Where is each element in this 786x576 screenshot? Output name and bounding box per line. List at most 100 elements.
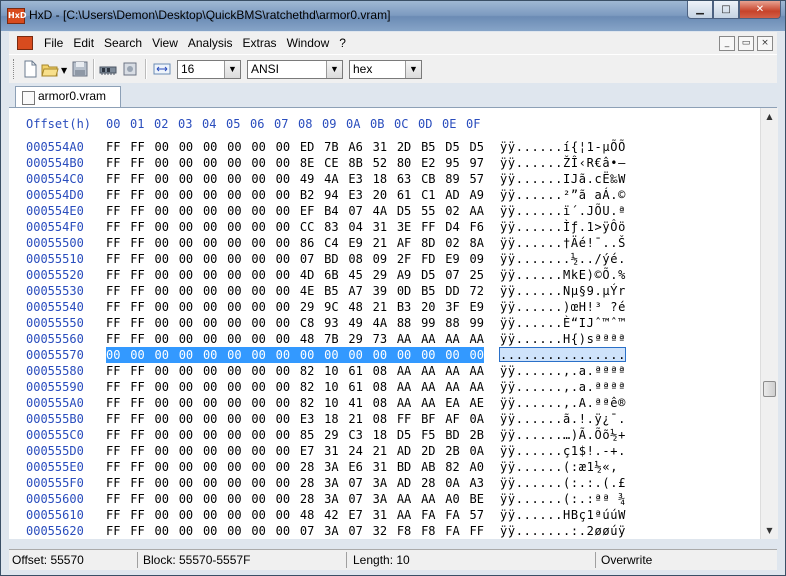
- menu-item-analysis[interactable]: Analysis: [183, 32, 238, 54]
- ascii-text[interactable]: ÿÿ......í{¦1-µÕÕ: [500, 139, 626, 155]
- hex-row[interactable]: 00055540 FF FF 00 00 00 00 00 00 29 9C 48…: [9, 299, 760, 315]
- ascii-text[interactable]: ÿÿ......‚.a.ªªªª: [500, 363, 626, 379]
- hex-row[interactable]: 000555F0 FF FF 00 00 00 00 00 00 28 3A 07…: [9, 475, 760, 491]
- hex-row[interactable]: 00055520 FF FF 00 00 00 00 00 00 4D 6B 45…: [9, 267, 760, 283]
- hex-bytes[interactable]: FF FF 00 00 00 00 00 00 85 29 C3 18 D5 F…: [106, 427, 484, 443]
- ascii-text[interactable]: ÿÿ......ï´.JÕU.ª: [500, 203, 626, 219]
- menu-item-search[interactable]: Search: [99, 32, 147, 54]
- hex-bytes[interactable]: FF FF 00 00 00 00 00 00 48 42 E7 31 AA F…: [106, 507, 484, 523]
- ascii-text[interactable]: ÿÿ......²”ã aÁ.©: [500, 187, 626, 203]
- mdi-minimize-button[interactable]: _: [719, 36, 735, 51]
- hex-row[interactable]: 00055550 FF FF 00 00 00 00 00 00 C8 93 49…: [9, 315, 760, 331]
- hex-row[interactable]: 000555E0 FF FF 00 00 00 00 00 00 28 3A E6…: [9, 459, 760, 475]
- hex-bytes[interactable]: FF FF 00 00 00 00 00 00 07 BD 08 09 2F F…: [106, 251, 484, 267]
- menu-item-help[interactable]: ?: [334, 32, 351, 54]
- ascii-text[interactable]: ÿÿ......)œH!³ ?é: [500, 299, 626, 315]
- hex-bytes[interactable]: FF FF 00 00 00 00 00 00 E7 31 24 21 AD 2…: [106, 443, 484, 459]
- hex-row[interactable]: 00055510 FF FF 00 00 00 00 00 00 07 BD 08…: [9, 251, 760, 267]
- minimize-button[interactable]: ▁: [687, 1, 713, 19]
- ascii-text[interactable]: ÿÿ.......½../ýé.: [500, 251, 626, 267]
- ascii-text[interactable]: ÿÿ......(:.:.(.£: [500, 475, 626, 491]
- hex-bytes[interactable]: FF FF 00 00 00 00 00 00 C8 93 49 4A 88 9…: [106, 315, 484, 331]
- hex-bytes[interactable]: FF FF 00 00 00 00 00 00 82 10 61 08 AA A…: [106, 363, 484, 379]
- ascii-text[interactable]: ÿÿ......(:æ1½«‚: [500, 459, 626, 475]
- menu-item-file[interactable]: File: [39, 32, 68, 54]
- open-folder-icon[interactable]: [41, 60, 59, 78]
- hex-bytes[interactable]: FF FF 00 00 00 00 00 00 28 3A 07 3A AD 2…: [106, 475, 484, 491]
- menu-item-view[interactable]: View: [147, 32, 183, 54]
- hex-bytes[interactable]: FF FF 00 00 00 00 00 00 CC 83 04 31 3E F…: [106, 219, 484, 235]
- hex-bytes[interactable]: FF FF 00 00 00 00 00 00 28 3A E6 31 BD A…: [106, 459, 484, 475]
- scroll-down-icon[interactable]: ▼: [761, 522, 778, 539]
- hex-bytes[interactable]: FF FF 00 00 00 00 00 00 07 3A 07 32 F8 F…: [106, 523, 484, 539]
- mdi-restore-button[interactable]: ▭: [738, 36, 754, 51]
- hex-bytes[interactable]: FF FF 00 00 00 00 00 00 48 7B 29 73 AA A…: [106, 331, 484, 347]
- hex-row[interactable]: 00055590 FF FF 00 00 00 00 00 00 82 10 61…: [9, 379, 760, 395]
- save-icon[interactable]: [71, 60, 89, 78]
- hex-bytes[interactable]: FF FF 00 00 00 00 00 00 82 10 41 08 AA A…: [106, 395, 484, 411]
- hex-row[interactable]: 000554F0 FF FF 00 00 00 00 00 00 CC 83 04…: [9, 219, 760, 235]
- hex-bytes[interactable]: FF FF 00 00 00 00 00 00 ED 7B A6 31 2D B…: [106, 139, 484, 155]
- hex-row[interactable]: 000554A0 FF FF 00 00 00 00 00 00 ED 7B A6…: [9, 139, 760, 155]
- hex-row[interactable]: 00055600 FF FF 00 00 00 00 00 00 28 3A 07…: [9, 491, 760, 507]
- scroll-up-icon[interactable]: ▲: [761, 108, 778, 125]
- hex-bytes[interactable]: FF FF 00 00 00 00 00 00 28 3A 07 3A AA A…: [106, 491, 484, 507]
- tab-armor0-vram[interactable]: armor0.vram: [15, 86, 121, 107]
- toolbar-grip[interactable]: [13, 59, 17, 79]
- hex-row[interactable]: 000554C0 FF FF 00 00 00 00 00 00 49 4A E3…: [9, 171, 760, 187]
- ascii-text[interactable]: ÿÿ......ã.!.ÿ¿¯.: [500, 411, 626, 427]
- hex-bytes[interactable]: FF FF 00 00 00 00 00 00 4E B5 A7 39 0D B…: [106, 283, 484, 299]
- mdi-close-button[interactable]: ×: [757, 36, 773, 51]
- ascii-text[interactable]: ÿÿ......…)Ã.Õõ½+: [500, 427, 626, 443]
- hex-row[interactable]: 000555B0 FF FF 00 00 00 00 00 00 E3 18 21…: [9, 411, 760, 427]
- title-bar[interactable]: HxD HxD - [C:\Users\Demon\Desktop\QuickB…: [1, 1, 785, 31]
- hex-row[interactable]: 000554E0 FF FF 00 00 00 00 00 00 EF B4 07…: [9, 203, 760, 219]
- hex-bytes[interactable]: FF FF 00 00 00 00 00 00 82 10 61 08 AA A…: [106, 379, 484, 395]
- scroll-thumb[interactable]: [763, 381, 776, 397]
- menu-item-window[interactable]: Window: [282, 32, 335, 54]
- menu-item-extras[interactable]: Extras: [238, 32, 282, 54]
- ascii-text[interactable]: ÿÿ......H{)sªªªª: [500, 331, 626, 347]
- open-dropdown-icon[interactable]: ▼: [61, 66, 67, 75]
- ascii-text[interactable]: ÿÿ......HBç1ªúúW: [500, 507, 626, 523]
- chevron-down-icon[interactable]: ▼: [224, 61, 240, 78]
- hex-row[interactable]: 00055530 FF FF 00 00 00 00 00 00 4E B5 A7…: [9, 283, 760, 299]
- bytes-per-row-select[interactable]: 16 ▼: [177, 60, 241, 79]
- hex-row[interactable]: 00055610 FF FF 00 00 00 00 00 00 48 42 E7…: [9, 507, 760, 523]
- selected-row[interactable]: 00055570 00 00 00 00 00 00 00 00 00 00 00…: [9, 347, 760, 363]
- hex-bytes[interactable]: FF FF 00 00 00 00 00 00 B2 94 E3 20 61 C…: [106, 187, 484, 203]
- ascii-text[interactable]: ................: [500, 347, 626, 363]
- maximize-button[interactable]: □: [713, 1, 739, 19]
- hex-row[interactable]: 000555C0 FF FF 00 00 00 00 00 00 85 29 C3…: [9, 427, 760, 443]
- document-system-icon[interactable]: [17, 36, 33, 50]
- ascii-text[interactable]: ÿÿ......IJã.cË‰W: [500, 171, 626, 187]
- vertical-scrollbar[interactable]: ▲ ▼: [760, 108, 778, 539]
- hex-row[interactable]: 000554B0 FF FF 00 00 00 00 00 00 8E CE 8B…: [9, 155, 760, 171]
- ram-editor-icon[interactable]: [99, 60, 117, 78]
- hex-bytes[interactable]: FF FF 00 00 00 00 00 00 86 C4 E9 21 AF 8…: [106, 235, 484, 251]
- hex-row[interactable]: 00055500 FF FF 00 00 00 00 00 00 86 C4 E9…: [9, 235, 760, 251]
- hex-editor[interactable]: Offset(h) 00 01 02 03 04 05 06 07 08 09 0A 0B 0C 0D 0E…: [9, 108, 760, 539]
- hex-row[interactable]: 00055620 FF FF 00 00 00 00 00 00 07 3A 07…: [9, 523, 760, 539]
- hex-row[interactable]: 000554D0 FF FF 00 00 00 00 00 00 B2 94 E3…: [9, 187, 760, 203]
- close-button[interactable]: ✕: [739, 1, 781, 19]
- hxd-app-icon[interactable]: HxD: [7, 8, 27, 24]
- menu-item-edit[interactable]: Edit: [68, 32, 99, 54]
- hex-bytes[interactable]: 00 00 00 00 00 00 00 00 00 00 00 00 00 0…: [106, 347, 484, 363]
- ascii-text[interactable]: ÿÿ......‚.a.ªªªª: [500, 379, 626, 395]
- disk-editor-icon[interactable]: [121, 60, 139, 78]
- ascii-text[interactable]: ÿÿ......‚.A.ªªê®: [500, 395, 626, 411]
- hex-row[interactable]: 00055560 FF FF 00 00 00 00 00 00 48 7B 29…: [9, 331, 760, 347]
- chevron-down-icon[interactable]: ▼: [405, 61, 421, 78]
- offset-base-select[interactable]: hex ▼: [349, 60, 422, 79]
- ascii-text[interactable]: ÿÿ......È“IJˆ™ˆ™: [500, 315, 626, 331]
- ascii-text[interactable]: ÿÿ.......:.2øøúÿ: [500, 523, 626, 539]
- ascii-text[interactable]: ÿÿ......ç1$!.-+.: [500, 443, 626, 459]
- new-file-icon[interactable]: [21, 60, 39, 78]
- hex-bytes[interactable]: FF FF 00 00 00 00 00 00 E3 18 21 08 FF B…: [106, 411, 484, 427]
- hex-bytes[interactable]: FF FF 00 00 00 00 00 00 49 4A E3 18 63 C…: [106, 171, 484, 187]
- ascii-text[interactable]: ÿÿ......MkE)©Õ.%: [500, 267, 626, 283]
- hex-bytes[interactable]: FF FF 00 00 00 00 00 00 8E CE 8B 52 80 E…: [106, 155, 484, 171]
- hex-row[interactable]: 000555A0 FF FF 00 00 00 00 00 00 82 10 41…: [9, 395, 760, 411]
- charset-select[interactable]: ANSI ▼: [247, 60, 343, 79]
